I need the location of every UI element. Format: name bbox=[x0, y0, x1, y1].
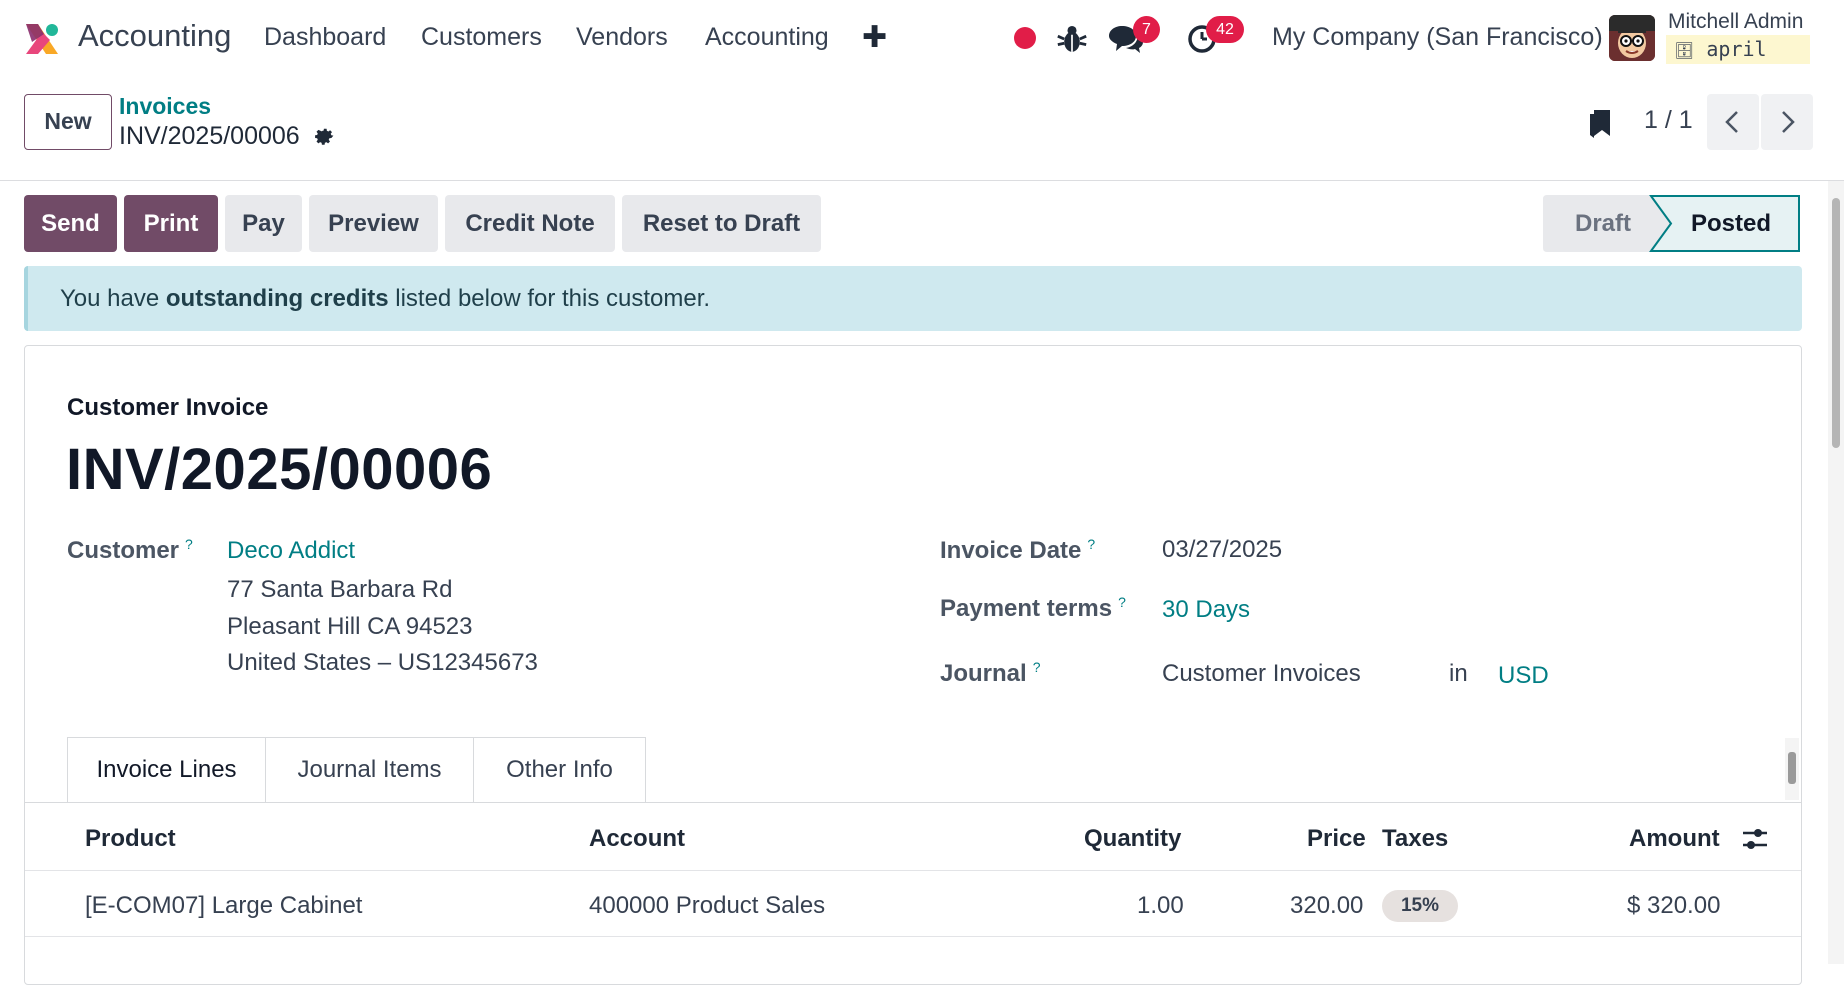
customer-link[interactable]: Deco Addict bbox=[227, 537, 355, 565]
activities-count-badge: 42 bbox=[1206, 16, 1244, 43]
journal-label: Journal? bbox=[940, 659, 1040, 688]
page-scrollbar-thumb[interactable] bbox=[1832, 198, 1840, 448]
send-button[interactable]: Send bbox=[24, 195, 117, 252]
app-name[interactable]: Accounting bbox=[78, 18, 231, 54]
pager-previous-button[interactable] bbox=[1707, 94, 1759, 150]
database-badge: 🗄 april bbox=[1666, 35, 1810, 64]
print-button[interactable]: Print bbox=[124, 195, 218, 252]
line-price[interactable]: 320.00 bbox=[1290, 892, 1363, 920]
tab-journal-items[interactable]: Journal Items bbox=[265, 737, 474, 802]
breadcrumb-invoices[interactable]: Invoices bbox=[119, 93, 211, 120]
currency-link[interactable]: USD bbox=[1498, 662, 1549, 690]
preview-button[interactable]: Preview bbox=[309, 195, 438, 252]
messages-count-badge: 7 bbox=[1133, 16, 1160, 43]
customer-label: Customer? bbox=[67, 536, 193, 565]
status-bar: Draft Posted bbox=[1543, 195, 1801, 252]
journal-value[interactable]: Customer Invoices bbox=[1162, 660, 1361, 688]
optional-columns-icon[interactable] bbox=[1741, 826, 1769, 852]
gear-icon[interactable] bbox=[312, 124, 336, 148]
help-icon[interactable]: ? bbox=[1118, 594, 1126, 610]
bug-icon[interactable] bbox=[1055, 22, 1089, 56]
menu-accounting[interactable]: Accounting bbox=[705, 23, 829, 52]
menu-dashboard[interactable]: Dashboard bbox=[264, 23, 386, 52]
journal-in-label: in bbox=[1449, 660, 1468, 687]
payment-terms-label: Payment terms? bbox=[940, 594, 1126, 623]
page-title: INV/2025/00006 bbox=[66, 437, 493, 502]
address-line-2: Pleasant Hill CA 94523 bbox=[227, 613, 473, 640]
alert-prefix: You have bbox=[60, 285, 166, 312]
chevron-left-icon bbox=[1725, 111, 1738, 133]
address-line-3: United States – US12345673 bbox=[227, 649, 538, 676]
new-button[interactable]: New bbox=[24, 94, 112, 150]
payment-terms-link[interactable]: 30 Days bbox=[1162, 596, 1250, 624]
help-icon[interactable]: ? bbox=[1033, 659, 1041, 675]
outstanding-credits-alert: You have outstanding credits listed belo… bbox=[24, 266, 1802, 331]
avatar-image-icon bbox=[1609, 15, 1655, 61]
pay-button[interactable]: Pay bbox=[225, 195, 302, 252]
invoice-date-label-text: Invoice Date bbox=[940, 537, 1082, 564]
app-logo-icon[interactable] bbox=[22, 20, 62, 58]
column-header-product[interactable]: Product bbox=[85, 825, 176, 853]
document-type: Customer Invoice bbox=[67, 394, 269, 421]
tab-invoice-lines[interactable]: Invoice Lines bbox=[67, 737, 266, 803]
help-icon[interactable]: ? bbox=[1087, 536, 1095, 552]
line-amount: $ 320.00 bbox=[1627, 892, 1721, 919]
line-product-link[interactable]: [E-COM07] Large Cabinet bbox=[85, 892, 362, 920]
alert-bold: outstanding credits bbox=[165, 285, 389, 312]
breadcrumb-current: INV/2025/00006 bbox=[119, 122, 300, 150]
line-quantity[interactable]: 1.00 bbox=[1137, 892, 1184, 920]
table-row-divider bbox=[25, 936, 1801, 937]
column-header-taxes[interactable]: Taxes bbox=[1382, 825, 1448, 853]
tabs-divider bbox=[25, 802, 1801, 803]
top-navbar: Accounting Dashboard Customers Vendors A… bbox=[0, 0, 1844, 76]
pager-value[interactable]: 1 / 1 bbox=[1644, 106, 1693, 135]
header-divider bbox=[0, 180, 1844, 181]
status-posted[interactable]: Posted bbox=[1691, 210, 1771, 238]
avatar[interactable] bbox=[1609, 15, 1655, 61]
pager-next-button[interactable] bbox=[1761, 94, 1813, 150]
payment-terms-label-text: Payment terms bbox=[940, 595, 1113, 622]
database-name: april bbox=[1706, 37, 1767, 61]
invoice-date-value[interactable]: 03/27/2025 bbox=[1162, 536, 1282, 564]
journal-label-text: Journal bbox=[940, 660, 1027, 687]
help-icon[interactable]: ? bbox=[185, 536, 193, 552]
invoice-date-label: Invoice Date? bbox=[940, 536, 1095, 565]
column-header-quantity[interactable]: Quantity bbox=[1084, 825, 1181, 853]
credit-note-button[interactable]: Credit Note bbox=[445, 195, 615, 252]
line-account[interactable]: 400000 Product Sales bbox=[589, 892, 825, 920]
plus-icon[interactable]: ✚ bbox=[862, 20, 887, 55]
customer-label-text: Customer bbox=[67, 537, 180, 564]
record-indicator-icon[interactable] bbox=[1014, 27, 1036, 49]
menu-customers[interactable]: Customers bbox=[421, 23, 542, 52]
company-switcher[interactable]: My Company (San Francisco) bbox=[1272, 23, 1603, 52]
status-draft[interactable]: Draft bbox=[1575, 210, 1631, 238]
column-header-amount[interactable]: Amount bbox=[1629, 825, 1720, 853]
tabs-scrollbar-thumb[interactable] bbox=[1788, 752, 1796, 784]
bookmark-icon[interactable] bbox=[1588, 108, 1612, 140]
database-icon: 🗄 bbox=[1674, 41, 1695, 60]
address-line-1: 77 Santa Barbara Rd bbox=[227, 576, 453, 603]
user-name[interactable]: Mitchell Admin bbox=[1668, 10, 1803, 34]
column-header-account[interactable]: Account bbox=[589, 825, 685, 853]
alert-suffix: listed below for this customer. bbox=[388, 285, 711, 312]
tab-other-info[interactable]: Other Info bbox=[473, 737, 646, 802]
table-header-divider bbox=[25, 870, 1801, 871]
tax-badge[interactable]: 15% bbox=[1382, 890, 1458, 922]
reset-to-draft-button[interactable]: Reset to Draft bbox=[622, 195, 821, 252]
chevron-right-icon bbox=[1782, 111, 1795, 133]
menu-vendors[interactable]: Vendors bbox=[576, 23, 668, 52]
column-header-price[interactable]: Price bbox=[1307, 825, 1366, 853]
